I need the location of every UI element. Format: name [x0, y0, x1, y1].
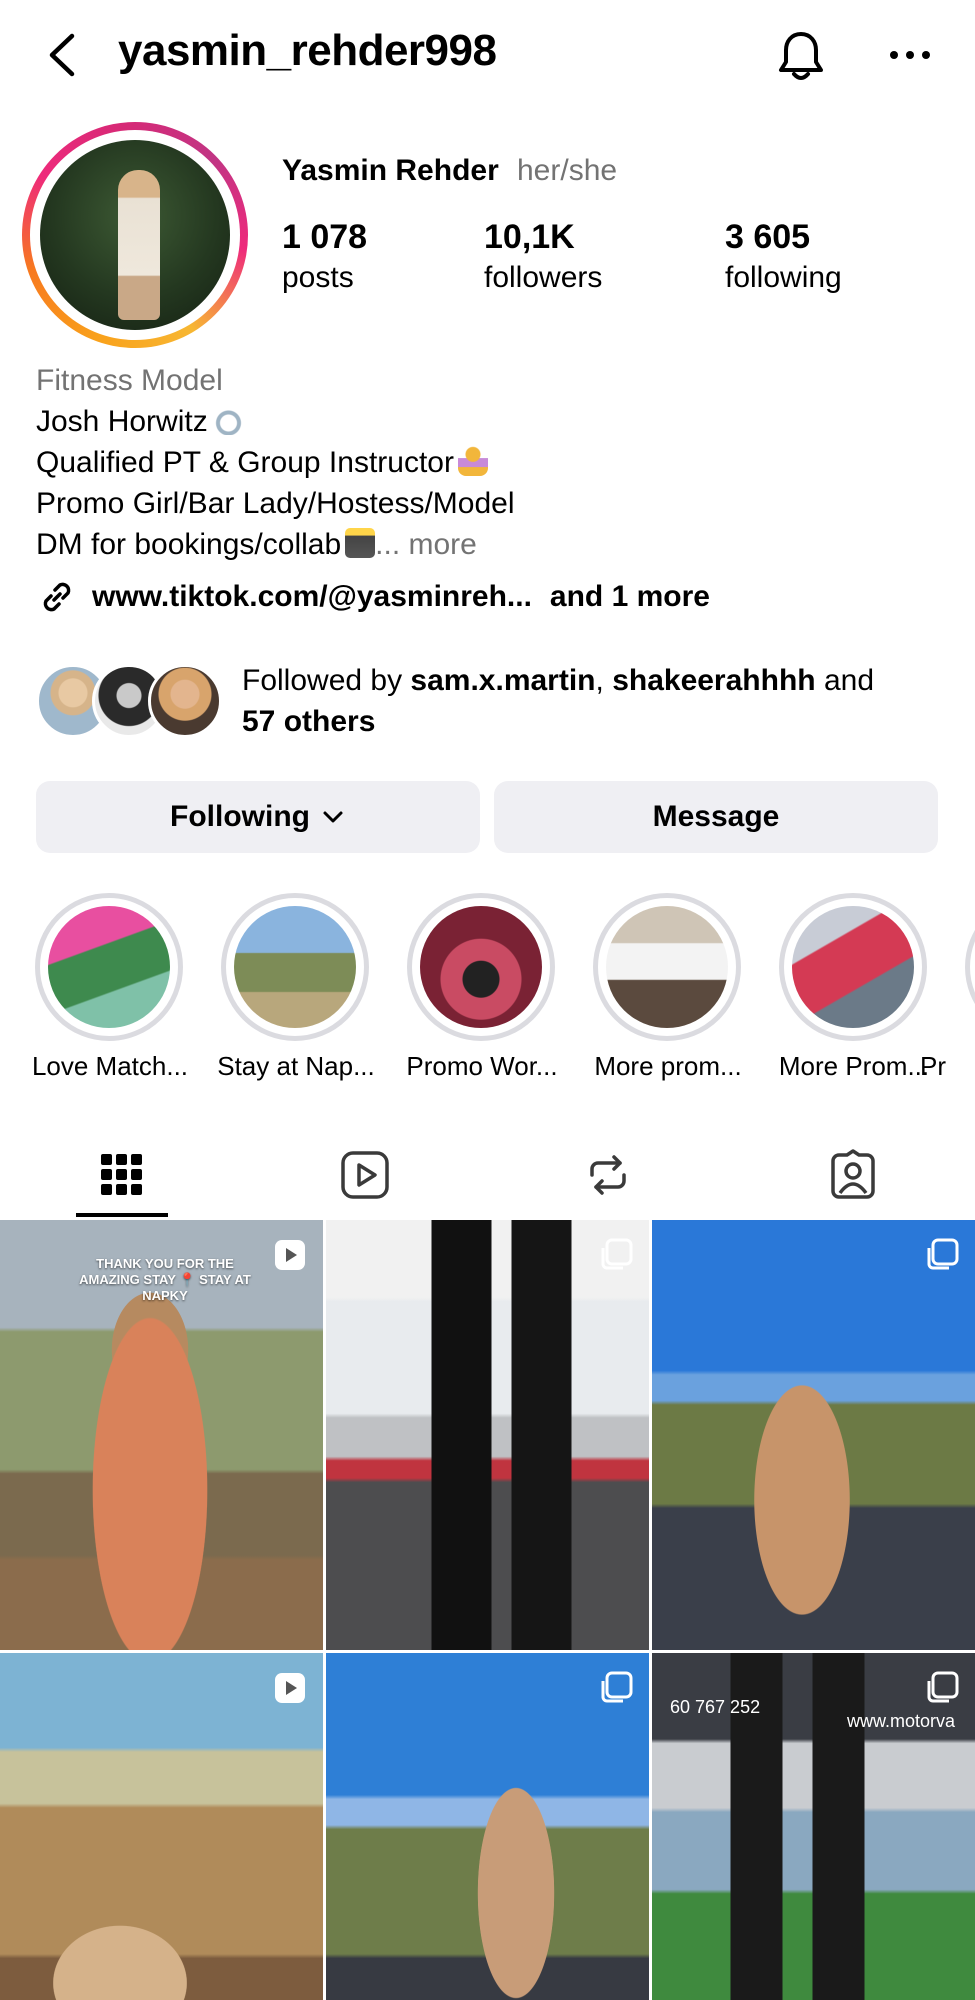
highlight-cover	[234, 906, 356, 1028]
bio-more-link[interactable]: ... more	[375, 528, 477, 561]
highlight-ring	[35, 893, 183, 1041]
pronouns: her/she	[517, 154, 618, 187]
profile-link[interactable]: www.tiktok.com/@yasminreh... and 1 more	[36, 575, 710, 619]
followed-prefix: Followed by	[242, 664, 411, 697]
tab-posts[interactable]	[57, 1130, 187, 1220]
following-label: following	[725, 261, 842, 294]
highlight-ring	[779, 893, 927, 1041]
grid-icon	[101, 1154, 142, 1195]
more-options-icon[interactable]	[885, 38, 935, 72]
notification-bell-icon[interactable]	[775, 28, 827, 84]
camera-flash-emoji-icon	[345, 528, 376, 558]
highlight-ring	[593, 893, 741, 1041]
bio-line-text: DM for bookings/collab	[36, 528, 342, 561]
display-name: Yasmin Rehder	[282, 154, 499, 187]
link-icon	[43, 582, 71, 612]
bio-line-text: Promo Girl/Bar Lady/Hostess/Model	[36, 487, 515, 520]
tagged-icon	[831, 1149, 875, 1199]
top-bar: yasmin_rehder998	[0, 0, 975, 110]
bio-line: Promo Girl/Bar Lady/Hostess/Model	[36, 483, 515, 524]
story-highlights: Love Match... Stay at Nap... Promo Wor..…	[0, 893, 975, 1093]
following-button-label: Following	[170, 800, 310, 833]
bio-line: DM for bookings/collab ... more	[36, 524, 515, 565]
stat-posts[interactable]: 1 078 posts	[282, 218, 367, 295]
carousel-badge-icon	[927, 1238, 959, 1270]
carousel-badge-icon	[601, 1671, 633, 1703]
active-tab-indicator	[76, 1213, 168, 1217]
avatar-border	[30, 130, 240, 340]
highlight-cover	[48, 906, 170, 1028]
stat-following[interactable]: 3 605 following	[725, 218, 842, 295]
posts-count: 1 078	[282, 218, 368, 256]
post-caption-right: www.motorva	[846, 1711, 955, 1731]
posts-label: posts	[282, 261, 354, 294]
reel-badge-icon	[275, 1240, 305, 1270]
followed-separator: ,	[595, 664, 613, 697]
highlight-cover	[420, 906, 542, 1028]
tab-reels[interactable]	[300, 1130, 430, 1220]
post-thumbnail[interactable]	[652, 1220, 975, 1650]
followers-count: 10,1K	[484, 218, 575, 256]
avatar-figure	[118, 170, 160, 320]
highlight-cover	[792, 906, 914, 1028]
followed-others: 57 others	[242, 705, 376, 738]
post-thumbnail[interactable]: THANK YOU FOR THE AMAZING STAY 📍 STAY AT…	[0, 1220, 323, 1650]
post-thumbnail[interactable]	[326, 1653, 649, 2000]
message-button[interactable]: Message	[494, 781, 938, 853]
carousel-badge-icon	[927, 1671, 959, 1703]
post-thumbnail[interactable]: 60 767 252 www.motorva	[652, 1653, 975, 2000]
post-overlay-text: THANK YOU FOR THE AMAZING STAY 📍 STAY AT…	[79, 1256, 251, 1303]
post-caption-left: 60 767 252	[670, 1697, 761, 1717]
message-button-label: Message	[652, 800, 780, 833]
stat-followers[interactable]: 10,1K followers	[484, 218, 602, 295]
highlight-label: Pr	[920, 1051, 946, 1081]
reel-badge-icon	[275, 1673, 305, 1703]
bio: Fitness Model Josh Horwitz Qualified PT …	[36, 360, 515, 565]
follower-avatar	[148, 664, 222, 738]
highlight-cover	[606, 906, 728, 1028]
profile-username: yasmin_rehder998	[118, 26, 497, 75]
link-url[interactable]: www.tiktok.com/@yasminreh...	[92, 580, 532, 614]
followed-user-2: shakeerahhhh	[612, 664, 816, 697]
highlight-ring	[221, 893, 369, 1041]
followed-by[interactable]: Followed by sam.x.martin, shakeerahhhh a…	[36, 660, 936, 740]
followed-by-text: Followed by sam.x.martin, shakeerahhhh a…	[242, 660, 962, 742]
bio-line-text: Qualified PT & Group Instructor	[36, 446, 454, 479]
chevron-down-icon	[323, 811, 343, 823]
bio-line-text: Josh Horwitz	[36, 405, 208, 438]
tab-tagged[interactable]	[788, 1130, 918, 1220]
profile-tabs	[0, 1130, 975, 1220]
following-count: 3 605	[725, 218, 811, 256]
highlight-ring	[965, 893, 975, 1041]
back-icon[interactable]	[40, 30, 84, 80]
profile-avatar[interactable]	[22, 122, 248, 348]
highlight-ring	[407, 893, 555, 1041]
followers-label: followers	[484, 261, 603, 294]
posts-grid: THANK YOU FOR THE AMAZING STAY 📍 STAY AT…	[0, 1220, 975, 2000]
following-button[interactable]: Following	[36, 781, 480, 853]
bio-line: Josh Horwitz	[36, 401, 515, 442]
post-thumbnail[interactable]	[326, 1220, 649, 1650]
bio-line: Qualified PT & Group Instructor	[36, 442, 515, 483]
ring-emoji-icon	[211, 405, 242, 435]
link-more[interactable]: and 1 more	[550, 580, 710, 614]
tab-reposts[interactable]	[543, 1130, 673, 1220]
followed-user-1: sam.x.martin	[410, 664, 596, 697]
category-label: Fitness Model	[36, 364, 223, 397]
yoga-emoji-icon	[457, 446, 488, 476]
carousel-badge-icon	[601, 1238, 633, 1270]
reels-icon	[341, 1151, 389, 1199]
reposts-icon	[590, 1155, 626, 1195]
avatar-image	[40, 140, 230, 330]
followed-conjunction: and	[815, 664, 874, 697]
post-thumbnail[interactable]	[0, 1653, 323, 2000]
